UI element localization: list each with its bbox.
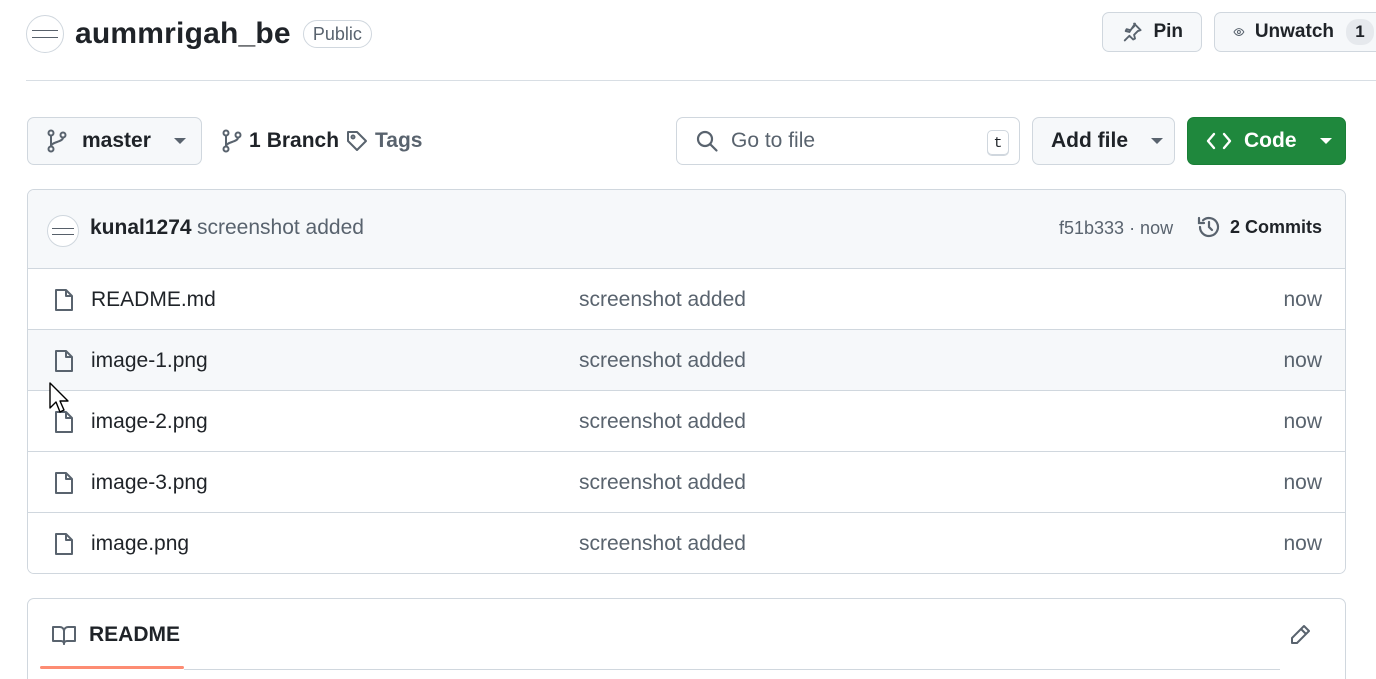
table-row[interactable]: README.md screenshot added now bbox=[28, 269, 1345, 330]
pencil-icon[interactable] bbox=[1288, 623, 1312, 647]
tags-link[interactable]: Tags bbox=[345, 117, 422, 165]
book-icon bbox=[52, 626, 76, 645]
file-commit-message[interactable]: screenshot added bbox=[579, 471, 746, 495]
file-commit-time: now bbox=[1283, 349, 1322, 372]
org-logo-icon bbox=[52, 227, 74, 235]
file-table: kunal1274 screenshot added f51b333 · now… bbox=[27, 189, 1346, 574]
table-row[interactable]: image-2.png screenshot added now bbox=[28, 391, 1345, 452]
commits-history-link[interactable]: 2 Commits bbox=[1196, 214, 1322, 240]
unwatch-button[interactable]: Unwatch 1 bbox=[1214, 12, 1376, 52]
avatar[interactable] bbox=[26, 15, 64, 53]
readme-divider bbox=[184, 669, 1280, 670]
commits-count-label: 2 Commits bbox=[1230, 216, 1323, 237]
file-icon bbox=[55, 472, 73, 494]
caret-down-icon bbox=[1319, 138, 1332, 144]
caret-down-icon bbox=[1151, 138, 1163, 144]
file-name[interactable]: image-2.png bbox=[91, 410, 208, 434]
table-row[interactable]: image-3.png screenshot added now bbox=[28, 452, 1345, 513]
history-icon bbox=[1197, 216, 1220, 238]
commit-message[interactable]: screenshot added bbox=[197, 216, 364, 240]
file-icon bbox=[55, 533, 73, 555]
pin-button[interactable]: Pin bbox=[1102, 12, 1202, 52]
file-commit-message[interactable]: screenshot added bbox=[579, 410, 746, 434]
go-to-file-input[interactable] bbox=[731, 129, 971, 153]
repo-header: aummrigah_be Public bbox=[26, 14, 372, 54]
pin-label: Pin bbox=[1153, 21, 1183, 42]
file-commit-time: now bbox=[1283, 532, 1322, 555]
add-file-button[interactable]: Add file bbox=[1032, 117, 1175, 165]
eye-icon bbox=[1233, 28, 1245, 36]
unwatch-label: Unwatch bbox=[1254, 21, 1334, 42]
file-toolbar: master 1 Branch Tags t Add file Code bbox=[27, 117, 1346, 165]
file-name[interactable]: image-3.png bbox=[91, 471, 208, 495]
branch-selector[interactable]: master bbox=[27, 117, 202, 165]
readme-tab[interactable]: README bbox=[51, 623, 180, 647]
file-commit-time: now bbox=[1283, 410, 1322, 433]
file-commit-time: now bbox=[1283, 471, 1322, 494]
readme-tab-label: README bbox=[89, 623, 181, 646]
watch-count-badge: 1 bbox=[1346, 19, 1374, 45]
caret-down-icon bbox=[173, 138, 186, 144]
readme-panel: README bbox=[27, 598, 1346, 679]
file-commit-time: now bbox=[1283, 288, 1322, 311]
table-row[interactable]: image-1.png screenshot added now bbox=[28, 330, 1345, 391]
pin-icon bbox=[1123, 22, 1142, 42]
go-to-file-search[interactable]: t bbox=[676, 117, 1020, 165]
commit-author-avatar[interactable] bbox=[47, 215, 79, 247]
table-row[interactable]: image.png screenshot added now bbox=[28, 513, 1345, 573]
file-commit-message[interactable]: screenshot added bbox=[579, 532, 746, 556]
repo-title[interactable]: aummrigah_be bbox=[75, 17, 291, 51]
search-icon bbox=[696, 130, 718, 152]
active-tab-indicator bbox=[40, 666, 184, 669]
file-name[interactable]: README.md bbox=[91, 288, 216, 312]
add-file-label: Add file bbox=[1051, 129, 1128, 152]
org-logo-icon bbox=[32, 30, 58, 38]
file-name[interactable]: image-1.png bbox=[91, 349, 208, 373]
header-divider bbox=[26, 80, 1376, 81]
branches-link[interactable]: 1 Branch bbox=[221, 117, 339, 165]
latest-commit-bar: kunal1274 screenshot added f51b333 · now… bbox=[28, 190, 1345, 269]
file-commit-message[interactable]: screenshot added bbox=[579, 349, 746, 373]
commit-sha-time[interactable]: f51b333 · now bbox=[1059, 218, 1173, 239]
repo-header-actions: Pin Unwatch 1 bbox=[1102, 12, 1376, 52]
tag-icon bbox=[347, 131, 367, 151]
git-branch-icon bbox=[222, 129, 242, 153]
file-name[interactable]: image.png bbox=[91, 532, 189, 556]
branch-count: 1 bbox=[249, 129, 261, 152]
commit-author[interactable]: kunal1274 bbox=[90, 216, 192, 240]
visibility-badge: Public bbox=[302, 20, 372, 48]
keyboard-shortcut-hint: t bbox=[987, 130, 1009, 156]
file-icon bbox=[55, 289, 73, 311]
code-button[interactable]: Code bbox=[1187, 117, 1346, 165]
file-icon bbox=[55, 350, 73, 372]
git-branch-icon bbox=[47, 129, 67, 153]
branch-name: master bbox=[82, 129, 151, 152]
code-label: Code bbox=[1244, 129, 1297, 152]
tags-label: Tags bbox=[375, 129, 423, 152]
mouse-cursor-icon bbox=[49, 382, 69, 413]
branch-count-label: Branch bbox=[266, 129, 340, 152]
code-icon bbox=[1206, 132, 1232, 150]
file-commit-message[interactable]: screenshot added bbox=[579, 288, 746, 312]
